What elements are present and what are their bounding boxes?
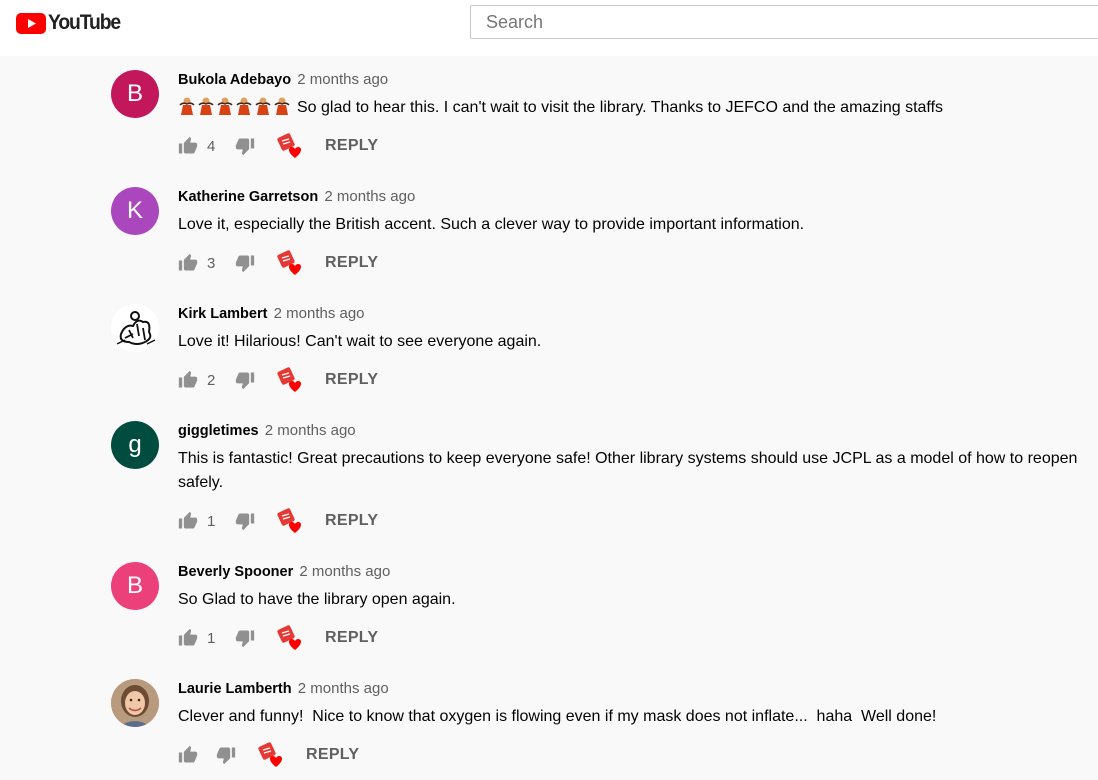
comment-text: Love it, especially the British accent. …: [178, 216, 805, 233]
reply-button[interactable]: REPLY: [325, 371, 378, 389]
youtube-play-icon: [16, 12, 46, 34]
published-time[interactable]: 2 months ago: [265, 422, 356, 439]
creator-heart-icon[interactable]: [277, 366, 305, 394]
reply-button[interactable]: REPLY: [306, 746, 359, 764]
creator-heart-icon[interactable]: [258, 741, 286, 769]
person-emoji: [236, 97, 252, 115]
action-toolbar: 3 REPLY: [178, 249, 378, 277]
author-name[interactable]: Beverly Spooner: [178, 564, 293, 580]
avatar-letter: g: [128, 431, 142, 458]
like-count: 1: [207, 512, 216, 530]
masthead: YouTube: [0, 0, 1098, 56]
thumbs-down-icon[interactable]: [235, 253, 255, 273]
person-emoji: [255, 97, 271, 115]
comment-body: So glad to hear this. I can't wait to vi…: [297, 99, 944, 116]
creator-heart-icon[interactable]: [277, 132, 305, 160]
like-count: 4: [207, 137, 216, 155]
reply-button[interactable]: REPLY: [325, 629, 378, 647]
reply-button[interactable]: REPLY: [325, 512, 378, 530]
action-toolbar: 1 REPLY: [178, 507, 378, 535]
person-emoji: [274, 97, 290, 115]
thumbs-up-icon[interactable]: [178, 370, 198, 390]
person-emoji: [217, 97, 233, 115]
thumbs-up-icon[interactable]: [178, 511, 198, 531]
line-art-avatar: [111, 304, 159, 352]
action-toolbar: 4 REPLY: [178, 132, 378, 160]
youtube-logo[interactable]: YouTube: [16, 11, 126, 35]
thumbs-up-icon[interactable]: [178, 628, 198, 648]
author-name[interactable]: Bukola Adebayo: [178, 72, 291, 88]
thumbs-up-icon[interactable]: [178, 745, 198, 765]
avatar[interactable]: B: [111, 70, 159, 118]
like-count: 3: [207, 254, 216, 272]
avatar[interactable]: g: [111, 421, 159, 469]
published-time[interactable]: 2 months ago: [274, 305, 365, 322]
emoji-prefix: [178, 96, 291, 116]
thumbs-up-icon[interactable]: [178, 253, 198, 273]
avatar-letter: K: [126, 197, 143, 224]
like-count: 2: [207, 371, 216, 389]
published-time[interactable]: 2 months ago: [324, 188, 415, 205]
avatar-letter: B: [126, 80, 143, 107]
reply-button[interactable]: REPLY: [325, 254, 378, 272]
author-name[interactable]: giggletimes: [178, 423, 259, 439]
person-emoji: [179, 97, 195, 115]
published-time[interactable]: 2 months ago: [299, 563, 390, 580]
avatar[interactable]: K: [111, 187, 159, 235]
thumbs-down-icon[interactable]: [235, 136, 255, 156]
thumbs-down-icon[interactable]: [235, 628, 255, 648]
author-name[interactable]: Kirk Lambert: [178, 306, 267, 322]
published-time[interactable]: 2 months ago: [298, 680, 389, 697]
author-name[interactable]: Katherine Garretson: [178, 189, 318, 205]
like-count: 1: [207, 629, 216, 647]
action-toolbar: REPLY: [178, 741, 359, 769]
avatar[interactable]: B: [111, 562, 159, 610]
published-time[interactable]: 2 months ago: [297, 71, 388, 88]
comment-text: Love it! Hilarious! Can't wait to see ev…: [178, 333, 542, 350]
comment-text: Clever and funny! Nice to know that oxyg…: [178, 708, 937, 725]
thumbs-up-icon[interactable]: [178, 136, 198, 156]
action-toolbar: 2 REPLY: [178, 366, 378, 394]
reply-button[interactable]: REPLY: [325, 137, 378, 155]
comment-text: This is fantastic! Great precautions to …: [178, 450, 1082, 491]
action-toolbar: 1 REPLY: [178, 624, 378, 652]
comment-text: So Glad to have the library open again.: [178, 591, 456, 608]
person-emoji: [198, 97, 214, 115]
search-input[interactable]: [470, 5, 1098, 39]
avatar-letter: B: [126, 572, 143, 599]
creator-heart-icon[interactable]: [277, 624, 305, 652]
thumbs-down-icon[interactable]: [216, 745, 236, 765]
logo-text: YouTube: [48, 11, 121, 34]
thumbs-down-icon[interactable]: [235, 511, 255, 531]
creator-heart-icon[interactable]: [277, 507, 305, 535]
comment-text: So glad to hear this. I can't wait to vi…: [178, 96, 1078, 120]
photo-avatar: [111, 679, 159, 727]
creator-heart-icon[interactable]: [277, 249, 305, 277]
avatar[interactable]: [111, 304, 159, 352]
avatar[interactable]: [111, 679, 159, 727]
author-name[interactable]: Laurie Lamberth: [178, 681, 292, 697]
thumbs-down-icon[interactable]: [235, 370, 255, 390]
